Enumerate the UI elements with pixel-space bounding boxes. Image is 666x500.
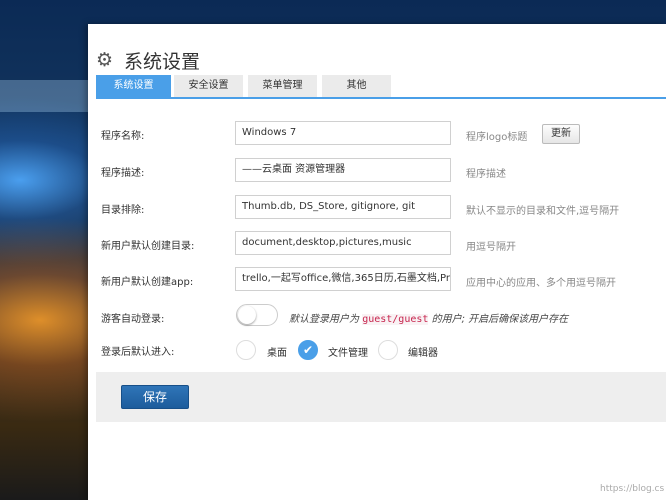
settings-window: ⚙ 系统设置 系统设置 安全设置 菜单管理 其他 程序名称: Windows 7… — [88, 24, 666, 500]
tab-bar: 系统设置 安全设置 菜单管理 其他 — [96, 75, 666, 99]
tab-system-settings[interactable]: 系统设置 — [96, 75, 171, 97]
form-row-default-apps: 新用户默认创建app: trello,一起写office,微信,365日历,石墨… — [88, 267, 666, 293]
radio-editor-label: 编辑器 — [408, 348, 438, 359]
app-name-input[interactable]: Windows 7 — [235, 121, 451, 145]
checkmark-icon: ✔ — [302, 343, 314, 357]
form-row-app-desc: 程序描述: ——云桌面 资源管理器 程序描述 — [88, 158, 666, 184]
default-entry-label: 登录后默认进入: — [101, 347, 175, 358]
app-desc-input[interactable]: ——云桌面 资源管理器 — [235, 158, 451, 182]
dir-exclude-hint: 默认不显示的目录和文件,逗号隔开 — [466, 206, 620, 217]
form-row-default-entry: 登录后默认进入: 桌面 ✔ 文件管理 编辑器 — [88, 340, 666, 366]
page-header: ⚙ 系统设置 — [96, 46, 200, 74]
form-footer: 保存 — [96, 372, 666, 422]
gear-icon: ⚙ — [96, 49, 114, 71]
default-apps-input[interactable]: trello,一起写office,微信,365日历,石墨文档,Proces — [235, 267, 451, 291]
radio-desktop[interactable] — [236, 340, 256, 360]
form-row-dir-exclude: 目录排除: Thumb.db, DS_Store, gitignore, git… — [88, 195, 666, 221]
radio-file-manager[interactable]: ✔ — [298, 340, 318, 360]
guest-login-label: 游客自动登录: — [101, 314, 165, 325]
app-desc-label: 程序描述: — [101, 168, 145, 179]
app-name-label: 程序名称: — [101, 131, 145, 142]
app-name-hint: 程序logo标题 — [466, 132, 528, 143]
radio-editor[interactable] — [378, 340, 398, 360]
guest-login-note: 默认登录用户为 guest/guest 的用户; 开启后确保该用户存在 — [289, 310, 568, 325]
desktop-highlight — [0, 80, 90, 112]
guest-credentials-code: guest/guest — [362, 314, 429, 325]
toggle-knob — [238, 306, 256, 324]
tab-menu-management[interactable]: 菜单管理 — [248, 75, 317, 97]
radio-desktop-label: 桌面 — [267, 348, 287, 359]
default-dirs-label: 新用户默认创建目录: — [101, 241, 195, 252]
update-button[interactable]: 更新 — [542, 124, 580, 144]
radio-file-manager-label: 文件管理 — [328, 348, 368, 359]
watermark: https://blog.cs — [600, 484, 665, 494]
save-button[interactable]: 保存 — [121, 385, 189, 409]
guest-note-after: 的用户; 开启后确保该用户存在 — [428, 314, 569, 325]
dir-exclude-input[interactable]: Thumb.db, DS_Store, gitignore, git — [235, 195, 451, 219]
guest-note-before: 默认登录用户为 — [289, 314, 363, 325]
default-apps-hint: 应用中心的应用、多个用逗号隔开 — [466, 278, 616, 289]
page-title: 系统设置 — [124, 50, 201, 73]
default-dirs-input[interactable]: document,desktop,pictures,music — [235, 231, 451, 255]
tab-security-settings[interactable]: 安全设置 — [174, 75, 243, 97]
dir-exclude-label: 目录排除: — [101, 205, 145, 216]
form-row-guest-login: 游客自动登录: 默认登录用户为 guest/guest 的用户; 开启后确保该用… — [88, 304, 666, 330]
tab-other[interactable]: 其他 — [322, 75, 391, 97]
default-dirs-hint: 用逗号隔开 — [466, 242, 516, 253]
guest-login-toggle[interactable] — [236, 304, 278, 326]
default-apps-label: 新用户默认创建app: — [101, 277, 194, 288]
form-row-default-dirs: 新用户默认创建目录: document,desktop,pictures,mus… — [88, 231, 666, 257]
form-row-app-name: 程序名称: Windows 7 程序logo标题 更新 — [88, 121, 666, 147]
app-desc-hint: 程序描述 — [466, 169, 506, 180]
